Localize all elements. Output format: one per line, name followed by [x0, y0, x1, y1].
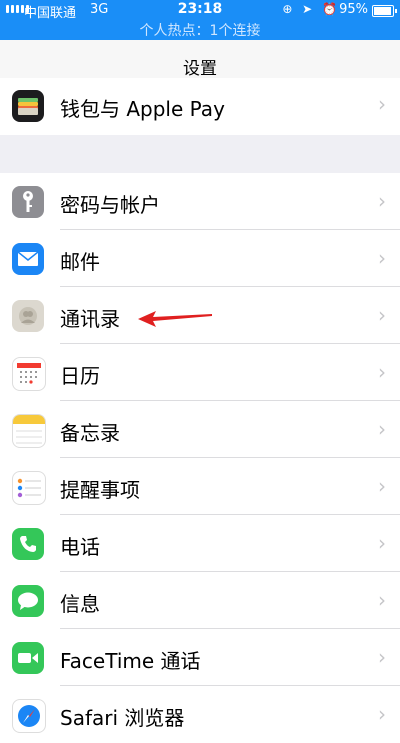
- chevron-right-icon: ›: [378, 702, 386, 726]
- settings-row-passwords[interactable]: 密码与帐户 ›: [0, 173, 400, 230]
- chevron-right-icon: ›: [378, 474, 386, 498]
- chevron-right-icon: ›: [378, 588, 386, 612]
- battery-percent: 95%: [339, 2, 368, 17]
- page-title: 设置: [183, 59, 217, 79]
- mail-icon: [12, 243, 44, 275]
- chevron-right-icon: ›: [378, 92, 386, 116]
- safari-icon: [12, 699, 46, 733]
- chevron-right-icon: ›: [378, 417, 386, 441]
- settings-row-label: 提醒事项: [60, 478, 140, 502]
- settings-row-label: 日历: [60, 364, 100, 388]
- calendar-icon: [12, 357, 46, 391]
- key-icon: [12, 186, 44, 218]
- settings-row-wallet[interactable]: 钱包与 Apple Pay ›: [0, 78, 400, 135]
- wallet-icon: [12, 90, 44, 122]
- hotspot-banner[interactable]: 个人热点：1个连接: [0, 20, 400, 40]
- settings-row-mail[interactable]: 邮件 ›: [0, 230, 400, 287]
- settings-row-label: 通讯录: [60, 307, 120, 331]
- chevron-right-icon: ›: [378, 189, 386, 213]
- chevron-right-icon: ›: [378, 303, 386, 327]
- settings-row-notes[interactable]: 备忘录 ›: [0, 401, 400, 458]
- settings-row-label: 钱包与 Apple Pay: [60, 97, 225, 121]
- settings-row-label: Safari 浏览器: [60, 706, 185, 730]
- settings-row-reminders[interactable]: 提醒事项 ›: [0, 458, 400, 515]
- settings-row-label: 邮件: [60, 250, 100, 274]
- phone-icon: [12, 528, 44, 560]
- chevron-right-icon: ›: [378, 531, 386, 555]
- chevron-right-icon: ›: [378, 360, 386, 384]
- contacts-icon: [12, 300, 44, 332]
- messages-icon: [12, 585, 44, 617]
- settings-row-messages[interactable]: 信息 ›: [0, 572, 400, 629]
- settings-row-safari[interactable]: Safari 浏览器 ›: [0, 686, 400, 743]
- settings-row-label: FaceTime 通话: [60, 649, 201, 673]
- battery-icon: [372, 5, 397, 17]
- notes-icon: [12, 414, 46, 448]
- facetime-icon: [12, 642, 44, 674]
- wallet-group: 钱包与 Apple Pay ›: [0, 78, 400, 135]
- settings-row-phone[interactable]: 电话 ›: [0, 515, 400, 572]
- status-bar: 中国联通 3G 23:18 ⊕ ➤ ⏰ 95% 个人热点：1个连接: [0, 0, 400, 40]
- settings-row-facetime[interactable]: FaceTime 通话 ›: [0, 629, 400, 686]
- chevron-right-icon: ›: [378, 645, 386, 669]
- settings-row-calendar[interactable]: 日历 ›: [0, 344, 400, 401]
- settings-row-label: 备忘录: [60, 421, 120, 445]
- settings-group: 密码与帐户 › 邮件 › 通讯录 › 日历 › 备忘录 › 提醒事项 › 电话 …: [0, 173, 400, 743]
- annotation-arrow-icon: [138, 311, 212, 327]
- settings-row-label: 密码与帐户: [60, 193, 160, 217]
- settings-row-label: 信息: [60, 592, 100, 616]
- chevron-right-icon: ›: [378, 246, 386, 270]
- settings-row-label: 电话: [60, 535, 100, 559]
- reminders-icon: [12, 471, 46, 505]
- status-icons: ⊕ ➤ ⏰: [282, 2, 340, 16]
